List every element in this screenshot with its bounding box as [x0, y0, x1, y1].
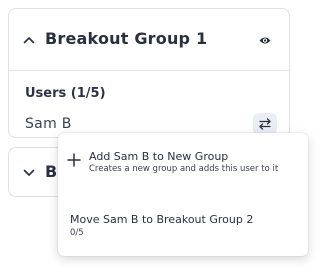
move-user-button[interactable] [253, 113, 277, 135]
users-count-label: Users (1/5) [25, 86, 106, 101]
chevron-down-icon[interactable] [23, 168, 35, 178]
group-title: Breakout Group 1 [45, 29, 208, 48]
menu-item-subtitle: Creates a new group and adds this user t… [89, 164, 279, 174]
group-header[interactable]: Breakout Group 1 [9, 9, 289, 71]
move-user-menu: Add Sam B to New Group Creates a new gro… [58, 133, 308, 256]
eye-icon[interactable] [259, 36, 271, 45]
breakout-group-card: Breakout Group 1 Users (1/5) Sam B [8, 8, 290, 138]
user-name: Sam B [25, 116, 72, 132]
add-to-new-group-menu-item[interactable]: Add Sam B to New Group Creates a new gro… [58, 133, 308, 193]
divider [9, 70, 289, 71]
move-to-group-menu-item[interactable]: Move Sam B to Breakout Group 2 0/5 [58, 213, 308, 256]
swap-arrows-icon [259, 118, 271, 130]
plus-icon [67, 153, 81, 167]
menu-item-title: Move Sam B to Breakout Group 2 [70, 213, 254, 226]
menu-item-title: Add Sam B to New Group [89, 150, 229, 163]
group-capacity-count: 0/5 [70, 228, 84, 238]
chevron-up-icon[interactable] [23, 35, 35, 45]
